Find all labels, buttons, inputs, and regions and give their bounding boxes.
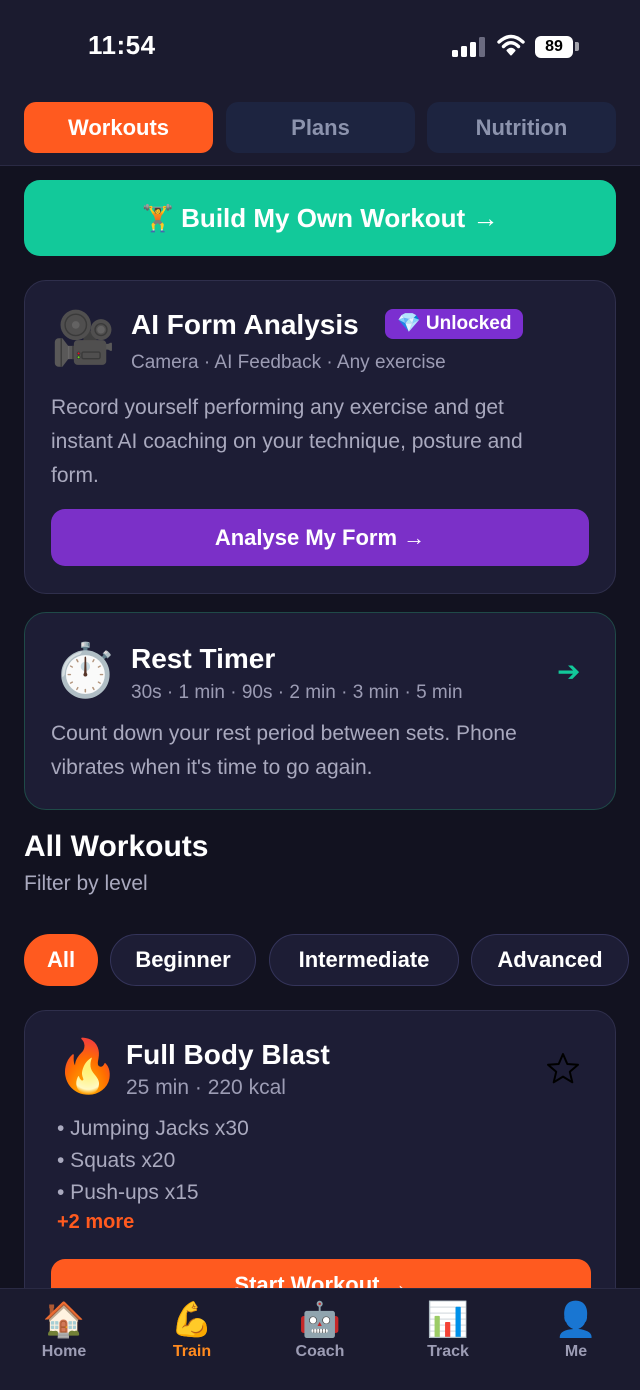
rest-timer-description: Count down your rest period between sets… xyxy=(51,722,517,779)
movie-camera-icon: 🎥 xyxy=(51,310,116,368)
tab-plans[interactable]: Plans xyxy=(226,102,415,153)
ai-form-card: 🎥 AI Form Analysis 💎 Unlocked Camera · A… xyxy=(24,280,616,594)
build-workout-label: Build My Own Workout → xyxy=(181,203,499,233)
robot-icon: 🤖 xyxy=(298,1301,342,1339)
filter-advanced[interactable]: Advanced xyxy=(471,934,629,986)
list-item: • Push-ups x15 xyxy=(57,1181,199,1204)
tab-workouts[interactable]: Workouts xyxy=(24,102,213,153)
workout-card[interactable]: 🔥 Full Body Blast 25 min · 220 kcal • Ju… xyxy=(24,1010,616,1288)
nav-me[interactable]: 👤 Me xyxy=(512,1301,640,1361)
cellular-signal-icon xyxy=(452,37,485,57)
arrow-right-icon[interactable]: ➔ xyxy=(557,655,580,688)
build-workout-button[interactable]: 🏋️ Build My Own Workout → xyxy=(24,180,616,256)
wifi-icon xyxy=(497,34,525,56)
more-exercises[interactable]: +2 more xyxy=(57,1211,134,1234)
stopwatch-icon: ⏱️ xyxy=(53,642,118,700)
nav-track[interactable]: 📊 Track xyxy=(384,1301,512,1361)
battery-icon: 89 xyxy=(535,36,573,58)
unlocked-badge: 💎 Unlocked xyxy=(385,309,524,339)
battery-tip xyxy=(575,42,579,51)
bottom-nav: 🏠 Home 💪 Train 🤖 Coach 📊 Track 👤 Me xyxy=(0,1288,640,1390)
list-item: • Squats x20 xyxy=(57,1149,176,1172)
ai-form-subtitle: Camera · AI Feedback · Any exercise xyxy=(131,352,446,373)
workout-title: Full Body Blast xyxy=(126,1039,330,1070)
section-subtitle: Filter by level xyxy=(24,872,148,895)
nav-train[interactable]: 💪 Train xyxy=(128,1301,256,1361)
filter-beginner[interactable]: Beginner xyxy=(110,934,256,986)
top-tabs: Workouts Plans Nutrition xyxy=(0,96,640,166)
rest-timer-card[interactable]: ⏱️ Rest Timer 30s · 1 min · 90s · 2 min … xyxy=(24,612,616,810)
fire-icon: 🔥 xyxy=(55,1038,120,1096)
main-content[interactable]: 🏋️ Build My Own Workout → 🎥 AI Form Anal… xyxy=(0,166,640,1288)
workout-meta: 25 min · 220 kcal xyxy=(126,1076,286,1099)
exercise-list: • Jumping Jacks x30 • Squats x20 • Push-… xyxy=(57,1113,249,1209)
rest-timer-subtitle: 30s · 1 min · 90s · 2 min · 3 min · 5 mi… xyxy=(131,682,463,703)
ai-form-description: Record yourself performing any exercise … xyxy=(51,396,523,487)
status-bar: 11:54 89 xyxy=(0,0,640,96)
flexed-bicep-icon: 💪 xyxy=(170,1301,214,1339)
nav-coach[interactable]: 🤖 Coach xyxy=(256,1301,384,1361)
nav-home[interactable]: 🏠 Home xyxy=(0,1301,128,1361)
tab-nutrition[interactable]: Nutrition xyxy=(427,102,616,153)
rest-timer-title: Rest Timer xyxy=(131,643,276,674)
analyse-form-button[interactable]: Analyse My Form → xyxy=(51,509,589,566)
bar-chart-icon: 📊 xyxy=(426,1301,470,1339)
list-item: • Jumping Jacks x30 xyxy=(57,1117,249,1140)
filter-all[interactable]: All xyxy=(24,934,98,986)
house-icon: 🏠 xyxy=(42,1301,86,1339)
ai-form-title: AI Form Analysis xyxy=(131,309,359,340)
section-title: All Workouts xyxy=(24,830,209,863)
user-icon: 👤 xyxy=(554,1301,598,1339)
dumbbell-icon: 🏋️ xyxy=(141,203,174,233)
status-time: 11:54 xyxy=(88,30,156,60)
start-workout-button[interactable]: Start Workout → xyxy=(51,1259,591,1288)
favorite-star-icon[interactable] xyxy=(545,1051,581,1087)
filter-intermediate[interactable]: Intermediate xyxy=(269,934,459,986)
